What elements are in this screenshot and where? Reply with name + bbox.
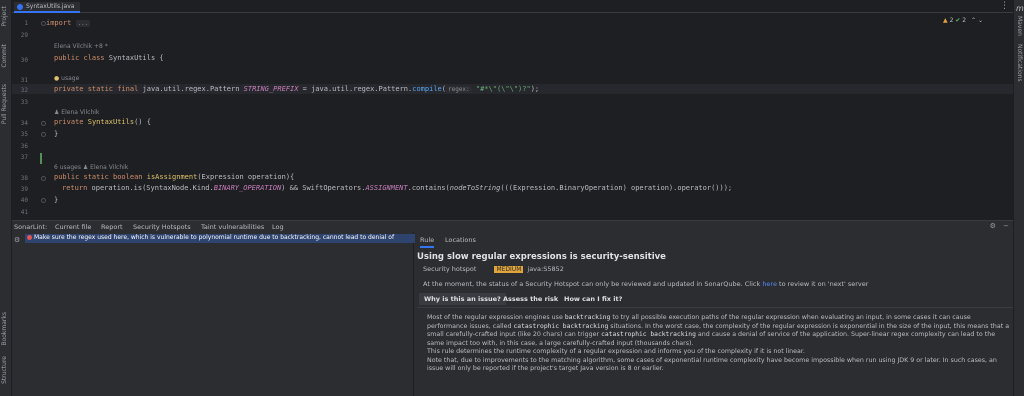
sonarlint-header: SonarLint: Current file Report Security … (12, 220, 1013, 234)
closing-brace: } (54, 196, 59, 204)
rule-pane: Rule Locations Using slow regular expres… (415, 232, 1013, 396)
line-number: 37 (20, 154, 28, 161)
line-number: 33 (20, 99, 28, 106)
status-note: At the moment, the status of a Security … (423, 280, 869, 288)
line-number: 38 (20, 175, 28, 182)
fold-marker[interactable] (41, 176, 46, 181)
rule-key: java:S5852 (527, 265, 564, 273)
file-tab-label: SyntaxUtils.java (26, 3, 75, 10)
minimize-icon[interactable]: − (1003, 222, 1009, 230)
hotspot-type: Security hotspot (423, 265, 477, 273)
pull-requests-tool-button[interactable]: Pull Requests (1, 84, 8, 124)
constructor-line: private SyntaxUtils() { (54, 118, 151, 126)
warning-icon: ▲ (943, 17, 948, 24)
issue-message: Make sure the regex used here, which is … (34, 234, 395, 241)
sonarlint-body: ⚙ Make sure the regex used here, which i… (12, 232, 1013, 396)
rule-title: Using slow regular expressions is securi… (417, 252, 666, 262)
line-number: 36 (20, 143, 28, 150)
settings-icon[interactable]: ⚙ (14, 236, 20, 244)
tab-assess-risk[interactable]: Assess the risk (503, 295, 558, 303)
file-tab-syntaxutils[interactable]: SyntaxUtils.java (14, 2, 81, 13)
line-number: 32 (20, 87, 28, 94)
line-number: 31 (20, 77, 28, 84)
more-tabs-icon[interactable]: ⋮ (1000, 1, 1009, 11)
left-tool-strip: Project Commit Pull Requests Bookmarks S… (0, 0, 12, 396)
class-declaration: public class SyntaxUtils { (54, 54, 164, 62)
tab-rule[interactable]: Rule (420, 236, 435, 248)
maven-icon[interactable]: m (1016, 4, 1024, 13)
line-number: 35 (20, 131, 28, 138)
rule-subtabs: Why is this an issue? Assess the risk Ho… (417, 292, 1013, 308)
panel-actions: ⚙ − (990, 222, 1009, 230)
method-declaration: public static boolean isAssignment(Expre… (54, 173, 295, 181)
check-icon: ✔ (955, 17, 961, 24)
tab-report[interactable]: Report (101, 223, 123, 231)
return-line: return operation.is(SyntaxNode.Kind.BINA… (62, 184, 733, 192)
rule-description: Most of the regular expression engines u… (427, 314, 1010, 372)
maven-tool-button[interactable]: Maven (1016, 16, 1023, 36)
line-number: 1 (24, 20, 28, 27)
gear-icon[interactable]: ⚙ (990, 222, 996, 230)
line-number: 30 (20, 57, 28, 64)
fold-marker[interactable] (41, 132, 46, 137)
gutter: 1 29 30 31 32 33 34 35 36 37 38 39 40 41 (12, 13, 46, 218)
bulb-icon: ● (54, 75, 60, 82)
rule-meta: Security hotspot MEDIUM java:S5852 (423, 265, 564, 273)
commit-tool-button[interactable]: Commit (1, 44, 8, 68)
hotspot-icon (27, 235, 32, 240)
issue-row[interactable]: Make sure the regex used here, which is … (25, 234, 415, 243)
closing-brace: } (54, 130, 59, 138)
chevron-up-icon: ⌃ (971, 17, 977, 24)
line-number: 41 (20, 209, 28, 216)
java-class-icon (17, 4, 23, 10)
tab-taint-vulnerabilities[interactable]: Taint vulnerabilities (201, 223, 264, 231)
fold-marker[interactable] (41, 198, 46, 203)
usage-hint[interactable]: ● usage (54, 75, 79, 82)
usages-hint[interactable]: 6 usages ♟ Elena Vilchik (54, 164, 128, 171)
line-number: 39 (20, 186, 28, 193)
regex-param-hint: regex: (445, 86, 472, 93)
line-number: 29 (20, 32, 28, 39)
line-number: 40 (20, 197, 28, 204)
inspection-indicator[interactable]: ▲ 2 ✔ 2 ⌃ ⌄ (943, 17, 983, 24)
fold-marker[interactable] (41, 121, 46, 126)
bookmarks-tool-button[interactable]: Bookmarks (1, 312, 8, 346)
notifications-tool-button[interactable]: Notifications (1016, 44, 1023, 82)
sonarlint-title: SonarLint: (14, 223, 48, 231)
project-tool-button[interactable]: Project (1, 6, 8, 27)
review-link[interactable]: here (762, 280, 777, 288)
author-hint[interactable]: Elena Vilchik +8 * (54, 43, 108, 50)
tab-how-fix[interactable]: How can I fix it? (564, 295, 622, 303)
import-line: import ... (46, 19, 91, 27)
editor-tab-bar: SyntaxUtils.java ⋮ (12, 0, 1013, 13)
author-hint[interactable]: ♟ Elena Vilchik (54, 109, 99, 116)
warning-count: 2 (949, 17, 954, 24)
severity-badge: MEDIUM (494, 266, 524, 273)
line-number: 34 (20, 120, 28, 127)
tab-locations[interactable]: Locations (445, 236, 476, 244)
right-tool-strip: m Maven Notifications (1013, 0, 1024, 396)
tab-log[interactable]: Log (272, 223, 284, 231)
import-fold[interactable]: ... (75, 20, 91, 27)
code-editor[interactable]: ▲ 2 ✔ 2 ⌃ ⌄ 1 29 30 31 32 33 34 35 36 37… (12, 13, 1013, 218)
regex-string: "#*\"(\"\")?" (475, 85, 531, 93)
tab-current-file[interactable]: Current file (55, 223, 91, 231)
pattern-field-line: private static final java.util.regex.Pat… (54, 85, 540, 93)
check-count: 2 (962, 17, 967, 24)
chevron-down-icon: ⌄ (977, 17, 983, 24)
structure-tool-button[interactable]: Structure (1, 356, 8, 384)
issue-list: ⚙ Make sure the regex used here, which i… (12, 232, 415, 396)
tab-why-issue[interactable]: Why is this an issue? (419, 293, 506, 305)
